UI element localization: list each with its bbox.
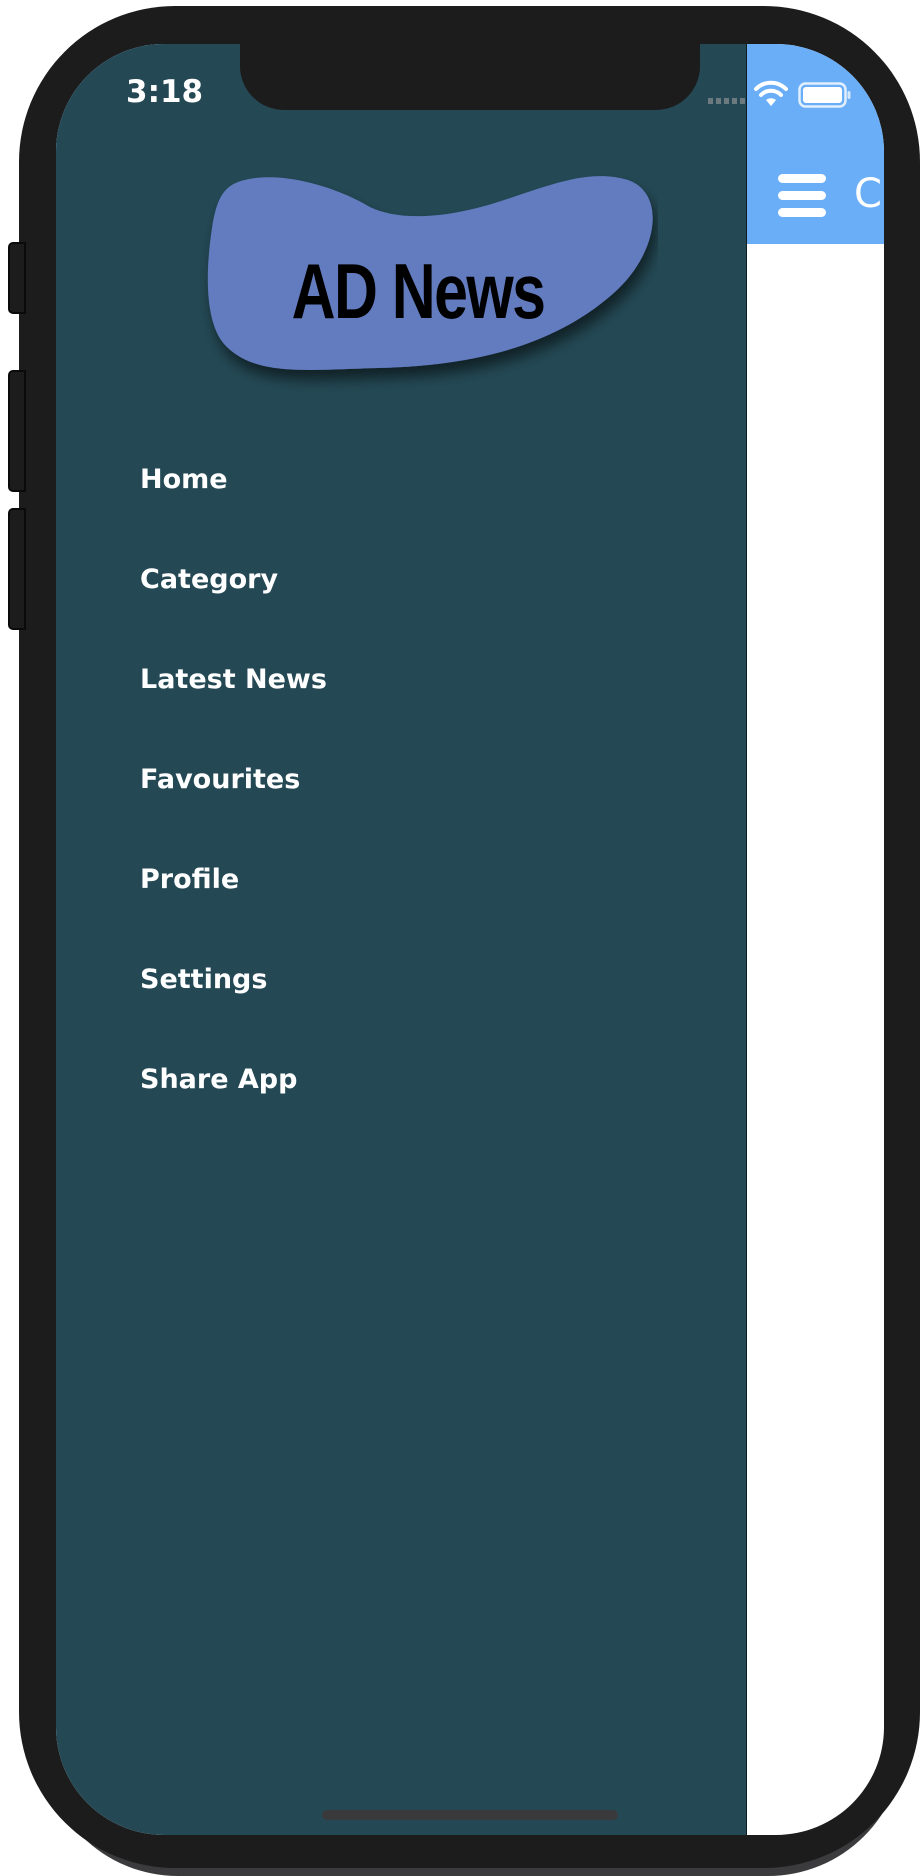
drawer-item-home[interactable]: Home (140, 464, 327, 564)
device-notch (240, 44, 700, 110)
cellular-dots-icon (708, 98, 746, 104)
screen: C 3:18 AD News Home Category Latest News… (56, 44, 884, 1835)
drawer-item-latest-news[interactable]: Latest News (140, 664, 327, 764)
app-logo: AD News (198, 168, 658, 398)
status-time: 3:18 (126, 74, 204, 110)
mute-switch (8, 242, 26, 314)
volume-down-button (8, 508, 26, 630)
phone-device: C 3:18 AD News Home Category Latest News… (0, 0, 920, 1876)
drawer-item-favourites[interactable]: Favourites (140, 764, 327, 864)
main-header-title: C (854, 171, 882, 217)
drawer-item-settings[interactable]: Settings (140, 964, 327, 1064)
drawer-menu: Home Category Latest News Favourites Pro… (140, 464, 327, 1164)
drawer-item-category[interactable]: Category (140, 564, 327, 664)
drawer-item-profile[interactable]: Profile (140, 864, 327, 964)
volume-up-button (8, 370, 26, 492)
logo-text: AD News (291, 247, 546, 335)
wifi-icon (754, 80, 788, 106)
battery-icon (798, 82, 851, 108)
navigation-drawer: 3:18 AD News Home Category Latest News F… (56, 44, 747, 1835)
drawer-item-share-app[interactable]: Share App (140, 1064, 327, 1164)
home-indicator[interactable] (322, 1810, 618, 1820)
hamburger-menu-icon[interactable] (778, 174, 826, 218)
